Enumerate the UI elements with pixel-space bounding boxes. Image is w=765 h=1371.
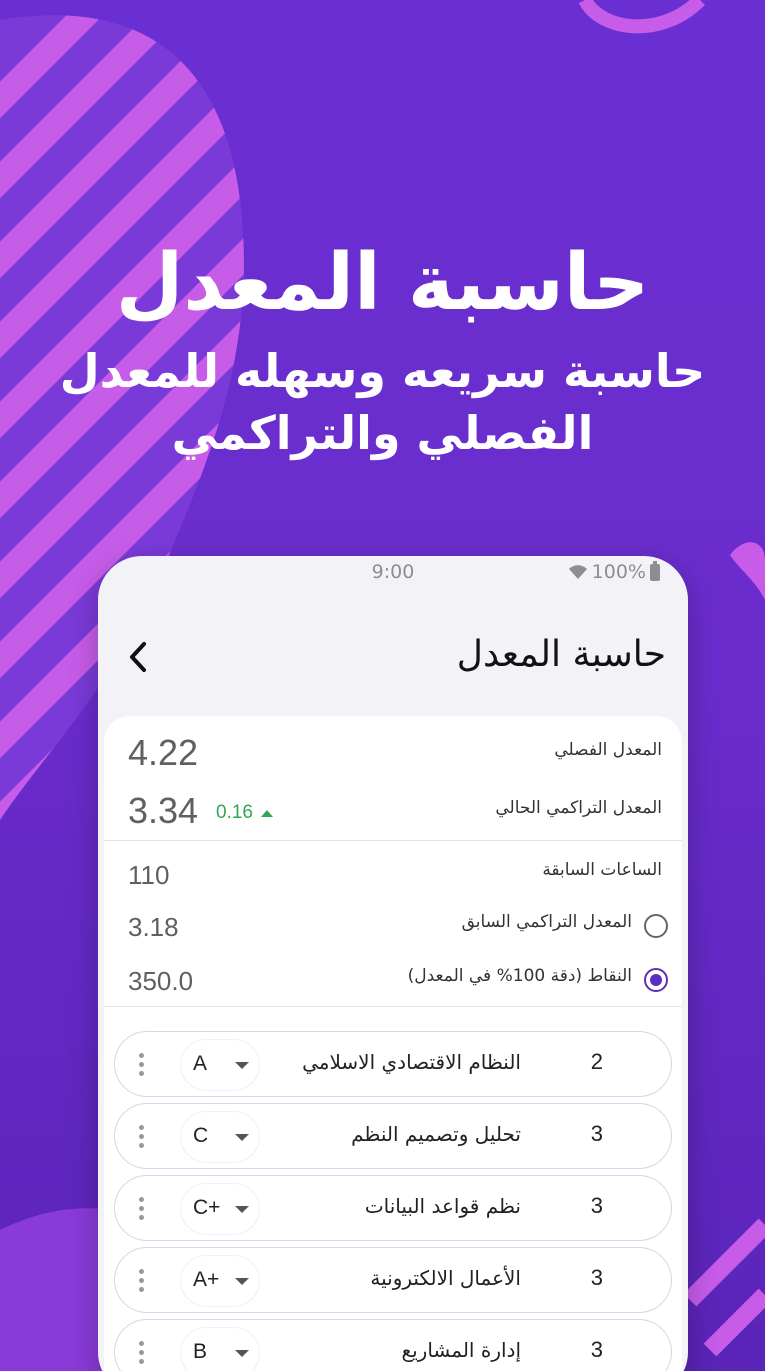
- grade-dropdown[interactable]: B: [181, 1328, 259, 1371]
- course-row[interactable]: C تحليل وتصميم النظم 3: [114, 1103, 672, 1169]
- semester-gpa-row: 4.22 المعدل الفصلي: [104, 716, 682, 782]
- cumulative-gpa-row: 3.34 0.16 المعدل التراكمي الحالي: [104, 782, 682, 842]
- grade-dropdown[interactable]: C+: [181, 1184, 259, 1234]
- course-name: إدارة المشاريع: [401, 1338, 521, 1362]
- course-name: نظم قواعد البيانات: [364, 1194, 521, 1218]
- status-bar: 9:00 100%: [98, 556, 688, 590]
- caret-down-icon: [235, 1206, 249, 1213]
- grade-value: B: [193, 1340, 208, 1363]
- grade-dropdown[interactable]: A: [181, 1040, 259, 1090]
- drag-handle-icon[interactable]: [139, 1125, 145, 1149]
- caret-down-icon: [235, 1062, 249, 1069]
- course-name: الأعمال الالكترونية: [370, 1266, 521, 1290]
- previous-gpa-row[interactable]: 3.18 المعدل التراكمي السابق: [104, 900, 682, 952]
- previous-gpa-value[interactable]: 3.18: [128, 912, 179, 943]
- course-hours: 3: [590, 1265, 603, 1290]
- gpa-change-value: 0.16: [216, 802, 253, 823]
- previous-hours-label: الساعات السابقة: [542, 860, 662, 880]
- semester-gpa-label: المعدل الفصلي: [554, 740, 662, 760]
- course-row[interactable]: A+ الأعمال الالكترونية 3: [114, 1247, 672, 1313]
- calculator-card: 4.22 المعدل الفصلي 3.34 0.16 المعدل التر…: [104, 716, 682, 1371]
- previous-gpa-label: المعدل التراكمي السابق: [461, 912, 632, 932]
- drag-handle-icon[interactable]: [139, 1197, 145, 1221]
- course-hours: 3: [590, 1337, 603, 1362]
- caret-down-icon: [235, 1134, 249, 1141]
- arrow-up-icon: [260, 809, 273, 817]
- caret-down-icon: [235, 1350, 249, 1357]
- points-label: النقاط (دقة 100% في المعدل): [407, 966, 632, 986]
- page-title: حاسبة المعدل: [456, 634, 666, 675]
- course-hours: 3: [590, 1193, 603, 1218]
- gpa-change: 0.16: [216, 802, 273, 824]
- grade-dropdown[interactable]: C: [181, 1112, 259, 1162]
- grade-value: C+: [193, 1196, 221, 1219]
- divider: [104, 840, 682, 841]
- course-row[interactable]: C+ نظم قواعد البيانات 3: [114, 1175, 672, 1241]
- course-row[interactable]: B إدارة المشاريع 3: [114, 1319, 672, 1371]
- points-radio[interactable]: [644, 968, 668, 992]
- phone-frame: 9:00 100% حاسبة المعدل 4.22 المعدل الفصل…: [98, 556, 688, 1371]
- semester-gpa-value: 4.22: [128, 732, 199, 773]
- caret-down-icon: [235, 1278, 249, 1285]
- grade-value: C: [193, 1124, 209, 1147]
- drag-handle-icon[interactable]: [139, 1269, 145, 1293]
- drag-handle-icon[interactable]: [139, 1341, 145, 1365]
- app-bar: حاسبة المعدل: [98, 616, 688, 696]
- previous-hours-row[interactable]: 110 الساعات السابقة: [104, 846, 682, 898]
- course-name: تحليل وتصميم النظم: [351, 1122, 521, 1146]
- course-hours: 2: [590, 1049, 603, 1074]
- points-row[interactable]: 350.0 النقاط (دقة 100% في المعدل): [104, 954, 682, 1006]
- cumulative-gpa-value: 3.34: [128, 790, 199, 831]
- course-row[interactable]: A النظام الاقتصادي الاسلامي 2: [114, 1031, 672, 1097]
- battery-percent: 100%: [591, 561, 646, 583]
- grade-dropdown[interactable]: A+: [181, 1256, 259, 1306]
- divider: [104, 1006, 682, 1007]
- chevron-left-icon[interactable]: [124, 640, 154, 674]
- course-name: النظام الاقتصادي الاسلامي: [302, 1050, 521, 1074]
- previous-hours-value[interactable]: 110: [128, 860, 169, 891]
- grade-value: A: [193, 1052, 208, 1075]
- drag-handle-icon[interactable]: [139, 1053, 145, 1077]
- promo-headline: حاسبة المعدل: [115, 238, 650, 328]
- wifi-icon: [568, 565, 587, 579]
- course-hours: 3: [590, 1121, 603, 1146]
- battery-icon: [650, 560, 660, 581]
- promo-subline: حاسبة سريعه وسهله للمعدل الفصلي والتراكم…: [59, 344, 706, 460]
- points-value[interactable]: 350.0: [128, 966, 193, 997]
- grade-value: A+: [193, 1268, 220, 1291]
- previous-gpa-radio[interactable]: [644, 914, 668, 938]
- cumulative-gpa-label: المعدل التراكمي الحالي: [495, 798, 662, 818]
